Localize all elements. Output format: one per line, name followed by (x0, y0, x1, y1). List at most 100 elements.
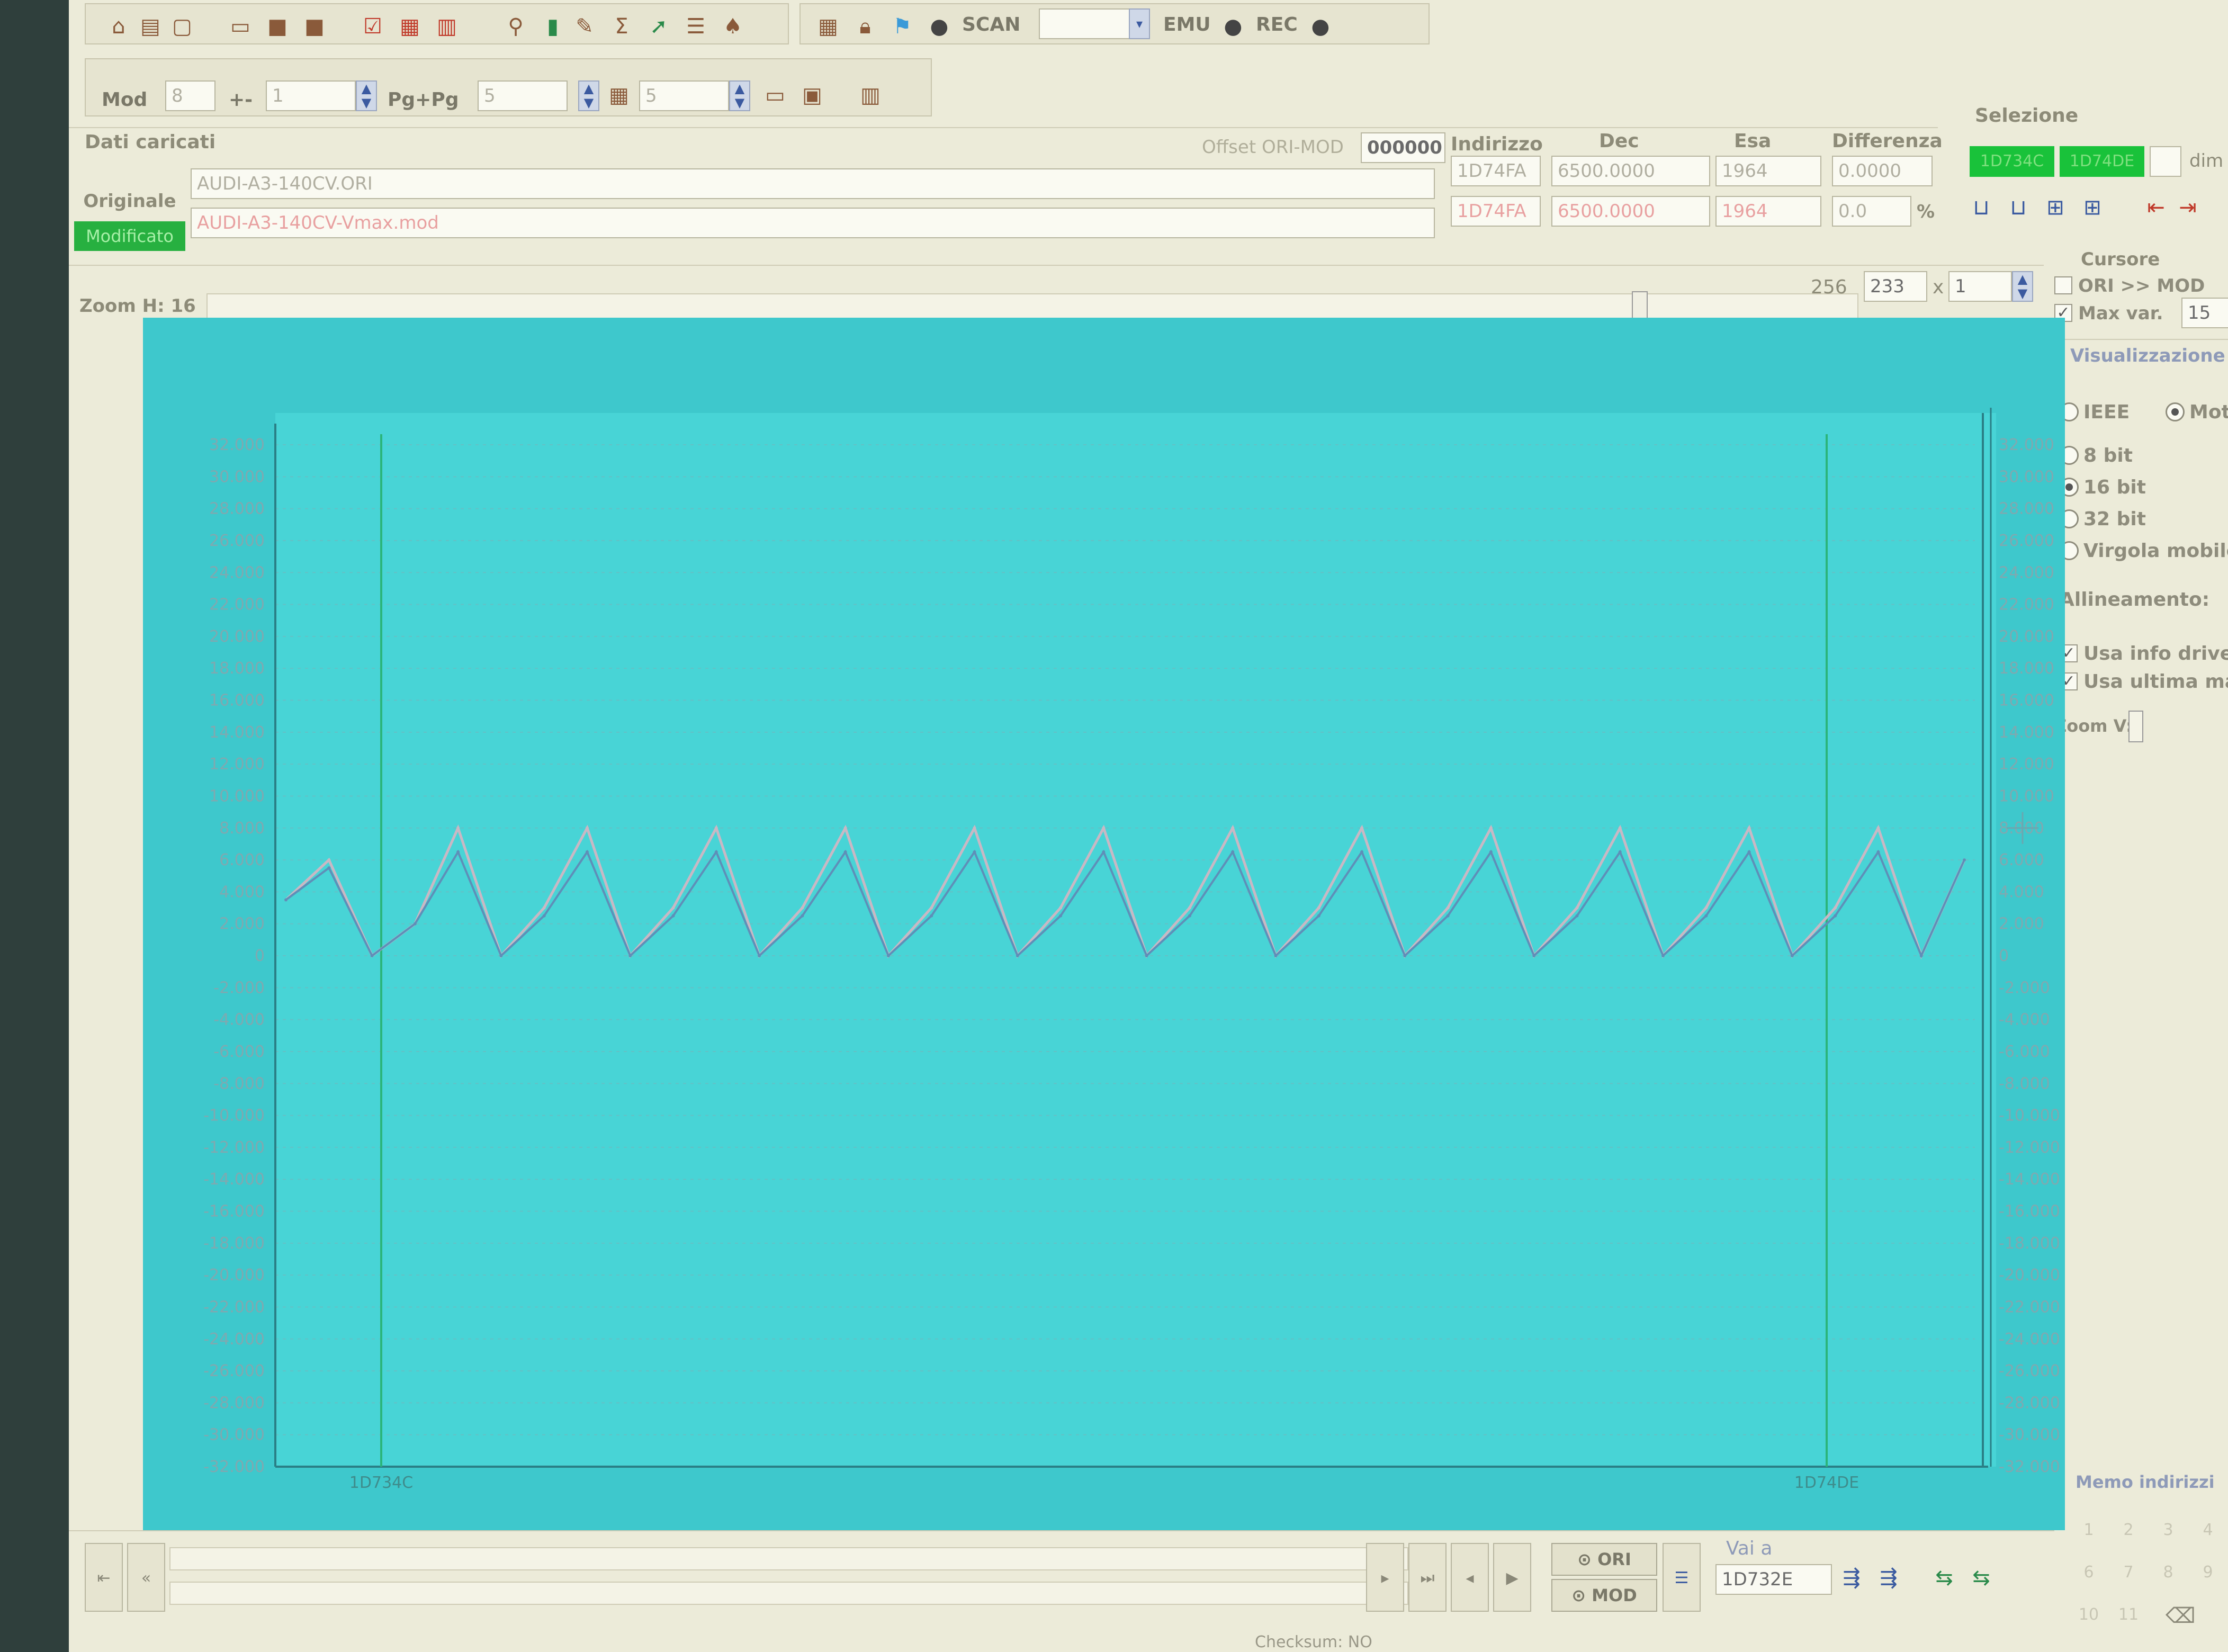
memo-cell[interactable]: 8 (2150, 1554, 2187, 1591)
mod-field[interactable]: 8 (165, 80, 215, 111)
list-icon[interactable]: ☰ (684, 15, 707, 38)
apply-left-icon[interactable]: ⇤ (2144, 196, 2168, 219)
edit-icon[interactable]: ✎ (573, 15, 596, 38)
apply-right-icon[interactable]: ⇥ (2176, 196, 2199, 219)
memo-cell[interactable]: 9 (2189, 1554, 2226, 1591)
memo-cell[interactable]: 7 (2110, 1554, 2147, 1591)
select-start-icon[interactable]: ⊔ (1970, 196, 1993, 219)
y-tick-right: -2.000 (1999, 978, 2050, 997)
offset-field[interactable]: 000000 (1361, 132, 1445, 163)
data-point (1963, 858, 1966, 862)
mot-radio[interactable] (2166, 402, 2185, 421)
select-range-icon[interactable]: ⊞ (2044, 196, 2067, 219)
max-var-field[interactable]: 15 (2181, 298, 2228, 328)
goto-ori-icon[interactable]: ⇶ (1840, 1566, 1863, 1590)
y-tick-right: 10.000 (1999, 787, 2054, 805)
memo-cell[interactable]: 11 (2110, 1596, 2147, 1633)
original-address-field[interactable]: 1D74FA (1451, 156, 1541, 186)
zoom-v-slider[interactable] (2128, 711, 2143, 742)
plusminus-field[interactable]: 1 (266, 80, 356, 111)
calendar-icon[interactable]: ▦ (607, 84, 631, 107)
ori-scrollbar[interactable] (169, 1547, 1408, 1570)
sum-icon[interactable]: Σ (610, 15, 633, 38)
chip-icon[interactable]: ▦ (816, 15, 840, 38)
swap-icon[interactable]: ⇆ (1933, 1566, 1956, 1590)
pg-field[interactable]: 5 (478, 80, 568, 111)
x-marker-label: 1D734C (349, 1474, 413, 1492)
lock-icon[interactable]: 🔒︎ (854, 15, 877, 38)
view-split-icon[interactable]: ▣ (801, 84, 824, 107)
record-dot-icon[interactable]: ● (928, 15, 951, 38)
memo-cell[interactable]: 10 (2070, 1596, 2107, 1633)
open-folder-icon[interactable]: ▭ (229, 15, 252, 38)
y-tick-right: -20.000 (1999, 1266, 2060, 1285)
modified-address-field[interactable]: 1D74FA (1451, 196, 1541, 227)
step-back-button[interactable]: ◂ (1451, 1543, 1489, 1612)
step-forward-button[interactable]: ▸ (1366, 1543, 1404, 1612)
select-all-icon[interactable]: ⊞ (2081, 196, 2104, 219)
modified-file-field[interactable]: AUDI-A3-140CV-Vmax.mod (191, 208, 1435, 238)
swap-back-icon[interactable]: ⇆ (1970, 1566, 1993, 1590)
save-as-icon[interactable]: ■ (303, 15, 326, 38)
scroll-left-button[interactable]: « (127, 1543, 165, 1612)
zoom-h-slider[interactable] (206, 291, 1858, 322)
x-marker-label: 1D74DE (1794, 1474, 1859, 1492)
home-icon[interactable]: ⌂ (107, 15, 130, 38)
copy-icon[interactable]: ▢ (170, 15, 194, 38)
modified-hex-field[interactable]: 1964 (1715, 196, 1821, 227)
data-point (801, 914, 804, 918)
compare-icon[interactable]: ▦ (398, 15, 421, 38)
save-icon[interactable]: ■ (266, 15, 289, 38)
graph-svg[interactable]: 32.000 30.000 28.000 26.000 24.000 22.000 20.0… (143, 318, 2065, 1530)
memo-cell[interactable]: 4 (2189, 1512, 2226, 1549)
original-diff-field[interactable]: 0.0000 (1832, 156, 1933, 186)
mod-button[interactable]: ⊙ MOD (1551, 1579, 1657, 1612)
selection-from[interactable]: 1D734C (1970, 146, 2054, 177)
play-button[interactable]: ▶ (1493, 1543, 1531, 1612)
clear-memo-icon[interactable]: ⌫ (2166, 1604, 2196, 1628)
ori-button-label: ORI (1597, 1549, 1631, 1569)
database-icon[interactable]: ▮ (541, 15, 564, 38)
view-table-icon[interactable]: ▥ (859, 84, 882, 107)
table-icon[interactable]: ▥ (435, 15, 459, 38)
binoculars-icon[interactable]: ♠ (721, 15, 744, 38)
step-stepper[interactable]: ▲ ▼ (729, 80, 750, 111)
flash-icon[interactable]: ⚑ (891, 15, 914, 38)
original-dec-field[interactable]: 6500.0000 (1551, 156, 1710, 186)
new-file-icon[interactable]: ▤ (139, 15, 162, 38)
scroll-start-button[interactable]: ⇤ (85, 1543, 123, 1612)
zoom-h-value[interactable]: 233 (1864, 271, 1927, 302)
sync-icon[interactable]: ☰ (1663, 1543, 1701, 1612)
arrow-icon[interactable]: ➚ (647, 15, 670, 38)
modified-diff-field[interactable]: 0.0 (1832, 196, 1911, 227)
step-field[interactable]: 5 (639, 80, 729, 111)
zoom-h-stepper[interactable]: ▲ ▼ (2012, 271, 2033, 302)
memo-cell[interactable]: 2 (2110, 1512, 2147, 1549)
goto-mod-icon[interactable]: ⇶ (1877, 1566, 1900, 1590)
mod-scrollbar[interactable] (169, 1582, 1408, 1605)
skip-forward-button[interactable]: ⏭ (1408, 1543, 1447, 1612)
ori-button[interactable]: ⊙ ORI (1551, 1543, 1657, 1576)
selection-size-field[interactable] (2150, 146, 2181, 177)
memo-cell[interactable]: 3 (2150, 1512, 2187, 1549)
original-hex-field[interactable]: 1964 (1715, 156, 1821, 186)
search-file-icon[interactable]: ⚲ (504, 15, 527, 38)
view-single-icon[interactable]: ▭ (763, 84, 787, 107)
zoom-h-bar: Zoom H: 16 256 233 x 1 ▲ ▼ (69, 265, 2044, 322)
memo-cell[interactable]: 1 (2070, 1512, 2107, 1549)
original-file-field[interactable]: AUDI-A3-140CV.ORI (191, 168, 1435, 199)
memo-cell[interactable]: 6 (2070, 1554, 2107, 1591)
goto-field[interactable]: 1D732E (1715, 1564, 1832, 1595)
zoom-h-multiplier[interactable]: 1 (1948, 271, 2012, 302)
selection-to[interactable]: 1D74DE (2060, 146, 2144, 177)
graph-view[interactable]: 32.000 30.000 28.000 26.000 24.000 22.000 20.0… (143, 318, 2065, 1530)
ori-mod-checkbox[interactable] (2054, 276, 2072, 294)
checksum-icon[interactable]: ☑ (361, 15, 384, 38)
pg-stepper[interactable]: ▲ ▼ (578, 80, 599, 111)
emu-status-icon[interactable]: ● (1221, 15, 1245, 38)
plusminus-stepper[interactable]: ▲ ▼ (356, 80, 377, 111)
rec-status-icon[interactable]: ● (1309, 15, 1332, 38)
select-end-icon[interactable]: ⊔ (2007, 196, 2030, 219)
modified-dec-field[interactable]: 6500.0000 (1551, 196, 1710, 227)
chevron-down-icon[interactable]: ▾ (1129, 8, 1150, 39)
